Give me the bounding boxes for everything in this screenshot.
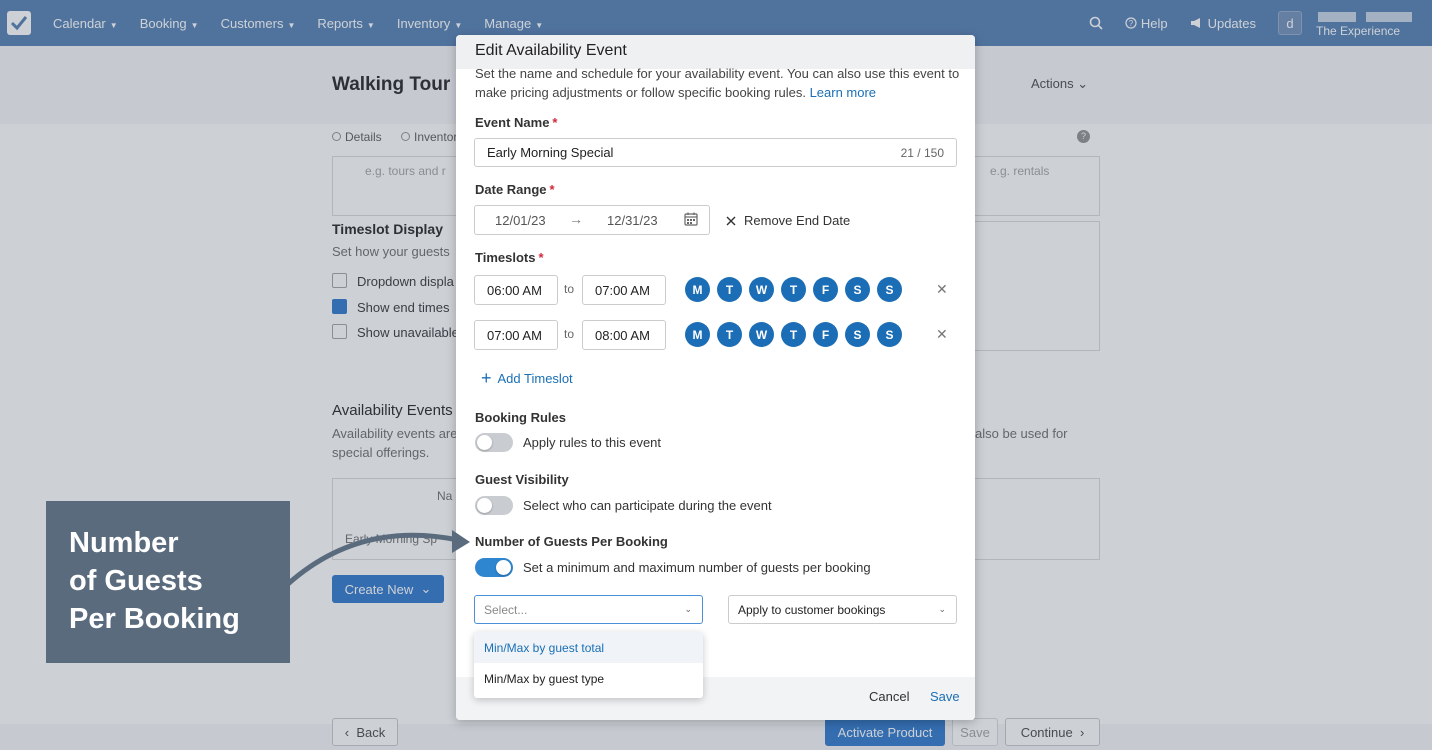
- remove-timeslot-icon[interactable]: ✕: [936, 281, 948, 298]
- booking-rules-toggle[interactable]: [475, 433, 513, 452]
- weekday-selector: M T W T F S S: [685, 322, 902, 347]
- min-max-type-select[interactable]: Select... ⌄: [474, 595, 703, 624]
- day-friday-toggle[interactable]: F: [813, 322, 838, 347]
- edit-availability-event-modal: Edit Availability Event Set the name and…: [456, 35, 975, 720]
- arrow-right-icon: →: [569, 211, 583, 227]
- timeslot-end-input[interactable]: 08:00 AM: [582, 320, 666, 350]
- chevron-down-icon: ⌄: [684, 604, 692, 614]
- day-wednesday-toggle[interactable]: W: [749, 322, 774, 347]
- date-range-picker[interactable]: 12/01/23 → 12/31/23: [474, 205, 710, 235]
- plus-icon: +: [481, 368, 492, 388]
- add-timeslot-button[interactable]: + Add Timeslot: [481, 368, 573, 388]
- day-saturday-toggle[interactable]: S: [845, 277, 870, 302]
- day-monday-toggle[interactable]: M: [685, 277, 710, 302]
- day-friday-toggle[interactable]: F: [813, 277, 838, 302]
- modal-title: Edit Availability Event: [475, 42, 627, 59]
- day-monday-toggle[interactable]: M: [685, 322, 710, 347]
- remove-end-date-button[interactable]: Remove End Date: [726, 213, 850, 228]
- timeslot-start-input[interactable]: 07:00 AM: [474, 320, 558, 350]
- day-thursday-toggle[interactable]: T: [781, 322, 806, 347]
- start-date[interactable]: 12/01/23: [495, 213, 546, 228]
- timeslot-start-input[interactable]: 06:00 AM: [474, 275, 558, 305]
- modal-description: Set the name and schedule for your avail…: [475, 66, 960, 100]
- remove-timeslot-icon[interactable]: ✕: [936, 326, 948, 343]
- timeslots-label: Timeslots *: [475, 250, 544, 265]
- booking-rules-label: Booking Rules: [475, 410, 567, 425]
- day-wednesday-toggle[interactable]: W: [749, 277, 774, 302]
- day-saturday-toggle[interactable]: S: [845, 322, 870, 347]
- end-date[interactable]: 12/31/23: [607, 213, 658, 228]
- day-sunday-toggle[interactable]: S: [877, 322, 902, 347]
- day-tuesday-toggle[interactable]: T: [717, 322, 742, 347]
- option-min-max-by-guest-total[interactable]: Min/Max by guest total: [474, 632, 703, 663]
- character-counter: 21 / 150: [900, 145, 944, 160]
- annotation-callout: Number of Guests Per Booking: [46, 501, 290, 663]
- close-icon: [726, 216, 736, 225]
- chevron-down-icon: ⌄: [938, 604, 946, 614]
- learn-more-link[interactable]: Learn more: [810, 85, 876, 100]
- save-button[interactable]: Save: [930, 689, 960, 704]
- event-name-label: Event Name *: [475, 115, 558, 130]
- timeslot-end-input[interactable]: 07:00 AM: [582, 275, 666, 305]
- calendar-icon[interactable]: [684, 212, 698, 229]
- day-sunday-toggle[interactable]: S: [877, 277, 902, 302]
- day-tuesday-toggle[interactable]: T: [717, 277, 742, 302]
- guests-per-booking-label: Number of Guests Per Booking: [475, 534, 668, 549]
- apply-to-select[interactable]: Apply to customer bookings ⌄: [728, 595, 957, 624]
- day-thursday-toggle[interactable]: T: [781, 277, 806, 302]
- guests-per-booking-toggle[interactable]: [475, 558, 513, 577]
- date-range-label: Date Range *: [475, 182, 555, 197]
- event-name-input[interactable]: Early Morning Special 21 / 150: [474, 138, 957, 167]
- weekday-selector: M T W T F S S: [685, 277, 902, 302]
- min-max-type-dropdown-menu: Min/Max by guest total Min/Max by guest …: [474, 632, 703, 698]
- option-min-max-by-guest-type[interactable]: Min/Max by guest type: [474, 663, 703, 694]
- guest-visibility-toggle[interactable]: [475, 496, 513, 515]
- cancel-button[interactable]: Cancel: [869, 689, 909, 704]
- guest-visibility-label: Guest Visibility: [475, 472, 569, 487]
